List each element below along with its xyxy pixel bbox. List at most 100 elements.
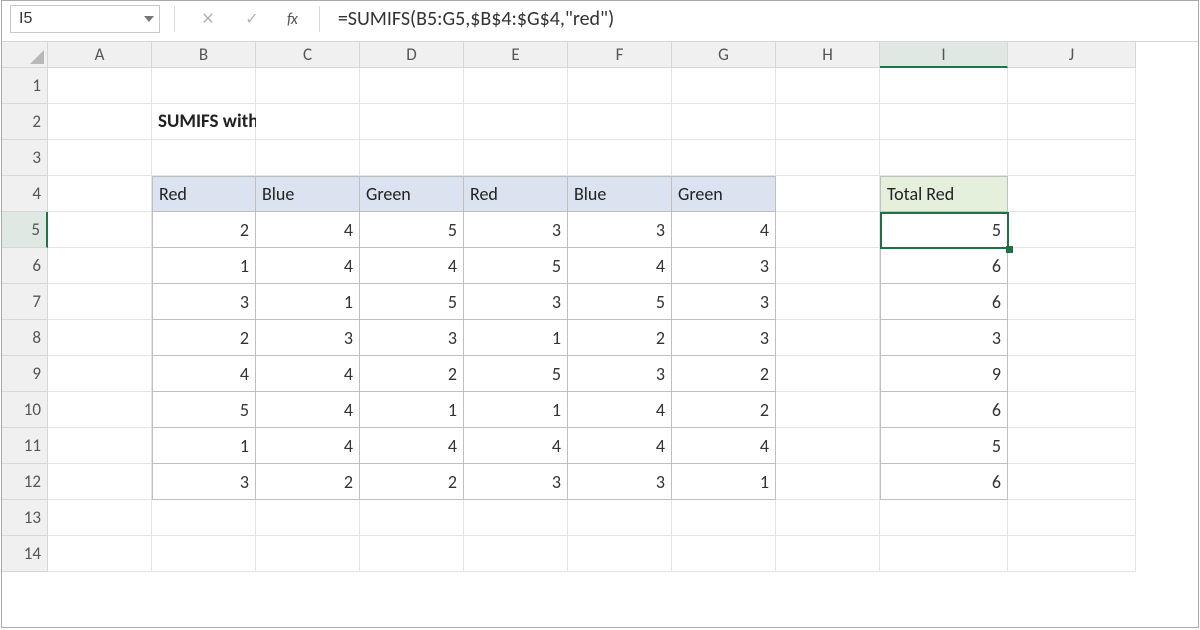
row-5[interactable]: 5 xyxy=(2,212,48,248)
cell[interactable] xyxy=(360,140,464,176)
cell[interactable] xyxy=(48,68,152,104)
cell[interactable] xyxy=(256,140,360,176)
data-cell[interactable]: 2 xyxy=(360,356,464,392)
cell[interactable] xyxy=(880,536,1008,572)
row-10[interactable]: 10 xyxy=(2,392,48,428)
cell[interactable] xyxy=(48,320,152,356)
col-I[interactable]: I xyxy=(880,42,1008,68)
table-header[interactable]: Red xyxy=(464,176,568,212)
table-header[interactable]: Blue xyxy=(256,176,360,212)
cell[interactable] xyxy=(672,104,776,140)
cell[interactable] xyxy=(1008,500,1136,536)
data-cell[interactable]: 4 xyxy=(672,212,776,248)
cell[interactable] xyxy=(672,536,776,572)
cell[interactable] xyxy=(48,140,152,176)
data-cell[interactable]: 5 xyxy=(360,212,464,248)
data-cell[interactable]: 3 xyxy=(464,284,568,320)
data-cell[interactable]: 3 xyxy=(672,248,776,284)
cell[interactable] xyxy=(880,68,1008,104)
table-header[interactable]: Red xyxy=(152,176,256,212)
cell[interactable] xyxy=(464,500,568,536)
cell[interactable] xyxy=(672,68,776,104)
cell[interactable] xyxy=(1008,68,1136,104)
formula-input[interactable]: =SUMIFS(B5:G5,$B$4:$G$4,"red") xyxy=(332,5,1190,33)
cell[interactable] xyxy=(1008,104,1136,140)
data-cell[interactable]: 4 xyxy=(360,428,464,464)
col-C[interactable]: C xyxy=(256,42,360,68)
row-11[interactable]: 11 xyxy=(2,428,48,464)
cell[interactable] xyxy=(672,140,776,176)
cell[interactable] xyxy=(776,536,880,572)
confirm-formula-button[interactable]: ✓ xyxy=(241,8,263,30)
cancel-formula-button[interactable]: ✕ xyxy=(197,8,219,30)
select-all-corner[interactable] xyxy=(2,42,48,68)
cell[interactable] xyxy=(48,500,152,536)
col-A[interactable]: A xyxy=(48,42,152,68)
data-cell[interactable]: 5 xyxy=(152,392,256,428)
fill-handle[interactable] xyxy=(1006,246,1013,253)
cell[interactable] xyxy=(48,464,152,500)
cell[interactable] xyxy=(1008,284,1136,320)
cell[interactable] xyxy=(464,536,568,572)
cell[interactable] xyxy=(48,536,152,572)
cell[interactable] xyxy=(776,104,880,140)
data-cell[interactable]: 5 xyxy=(568,284,672,320)
data-cell[interactable]: 3 xyxy=(672,284,776,320)
cell[interactable] xyxy=(1008,248,1136,284)
cell[interactable] xyxy=(256,536,360,572)
cell[interactable] xyxy=(48,392,152,428)
data-cell[interactable]: 1 xyxy=(464,392,568,428)
cell[interactable] xyxy=(1008,140,1136,176)
col-E[interactable]: E xyxy=(464,42,568,68)
cell[interactable] xyxy=(152,140,256,176)
row-4[interactable]: 4 xyxy=(2,176,48,212)
data-cell[interactable]: 4 xyxy=(568,248,672,284)
cell[interactable] xyxy=(256,500,360,536)
result-cell[interactable]: 6 xyxy=(880,392,1008,428)
cell[interactable] xyxy=(568,500,672,536)
data-cell[interactable]: 3 xyxy=(568,464,672,500)
result-cell[interactable]: 5 xyxy=(880,428,1008,464)
data-cell[interactable]: 4 xyxy=(256,212,360,248)
data-cell[interactable]: 4 xyxy=(256,392,360,428)
cell[interactable] xyxy=(880,140,1008,176)
row-7[interactable]: 7 xyxy=(2,284,48,320)
table-header[interactable]: Green xyxy=(672,176,776,212)
cell[interactable] xyxy=(1008,320,1136,356)
col-B[interactable]: B xyxy=(152,42,256,68)
cell[interactable] xyxy=(1008,464,1136,500)
cell[interactable] xyxy=(48,428,152,464)
cell[interactable] xyxy=(152,536,256,572)
row-8[interactable]: 8 xyxy=(2,320,48,356)
name-box[interactable] xyxy=(10,5,160,33)
cell[interactable] xyxy=(776,392,880,428)
cell[interactable] xyxy=(256,68,360,104)
result-cell[interactable]: 5 xyxy=(880,212,1008,248)
data-cell[interactable]: 3 xyxy=(568,356,672,392)
data-cell[interactable]: 1 xyxy=(152,428,256,464)
data-cell[interactable]: 4 xyxy=(360,248,464,284)
cell[interactable] xyxy=(880,104,1008,140)
cell[interactable] xyxy=(568,104,672,140)
data-cell[interactable]: 4 xyxy=(568,392,672,428)
result-cell[interactable]: 3 xyxy=(880,320,1008,356)
cell[interactable] xyxy=(360,104,464,140)
data-cell[interactable]: 3 xyxy=(152,464,256,500)
row-2[interactable]: 2 xyxy=(2,104,48,140)
data-cell[interactable]: 5 xyxy=(360,284,464,320)
data-cell[interactable]: 4 xyxy=(256,428,360,464)
row-6[interactable]: 6 xyxy=(2,248,48,284)
row-3[interactable]: 3 xyxy=(2,140,48,176)
cell[interactable] xyxy=(776,320,880,356)
cell[interactable] xyxy=(360,68,464,104)
col-F[interactable]: F xyxy=(568,42,672,68)
data-cell[interactable]: 3 xyxy=(672,320,776,356)
cell[interactable] xyxy=(1008,392,1136,428)
table-header[interactable]: Green xyxy=(360,176,464,212)
result-header[interactable]: Total Red xyxy=(880,176,1008,212)
cell[interactable] xyxy=(1008,176,1136,212)
cell[interactable] xyxy=(360,536,464,572)
cell[interactable] xyxy=(568,140,672,176)
cell[interactable] xyxy=(776,68,880,104)
col-H[interactable]: H xyxy=(776,42,880,68)
